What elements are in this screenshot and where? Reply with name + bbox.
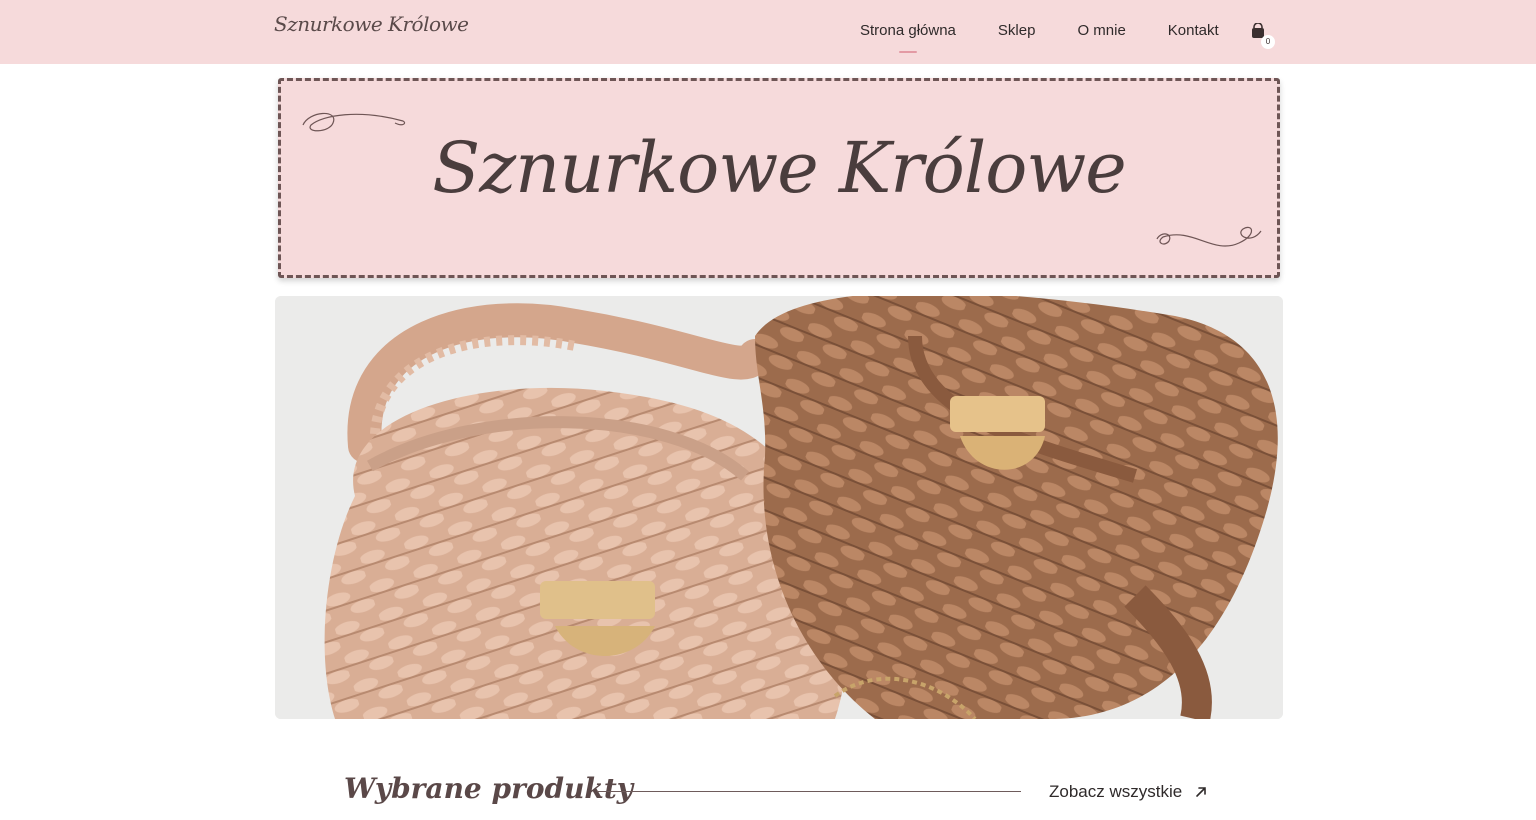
flourish-right-decoration: [1156, 226, 1262, 247]
cart-count-badge: 0: [1261, 35, 1275, 49]
featured-products-title: Wybrane produkty: [344, 772, 634, 805]
crochet-bags-photo: [275, 296, 1283, 719]
cart-button[interactable]: 0: [1250, 22, 1276, 49]
main-nav: Strona główna Sklep O mnie Kontakt: [860, 22, 1261, 39]
nav-shop[interactable]: Sklep: [998, 22, 1036, 39]
hero-image: [275, 296, 1283, 719]
banner-title: Sznurkowe Królowe: [432, 127, 1126, 209]
nav-about[interactable]: O mnie: [1077, 22, 1125, 39]
arrow-up-right-icon: [1196, 787, 1207, 797]
brand-banner: Sznurkowe Królowe: [278, 78, 1280, 278]
section-divider: [597, 791, 1021, 792]
logo-link[interactable]: Sznurkowe Królowe: [274, 12, 469, 36]
site-header: Sznurkowe Królowe Strona główna Sklep O …: [0, 0, 1536, 64]
see-all-label: Zobacz wszystkie: [1049, 782, 1183, 801]
nav-contact[interactable]: Kontakt: [1168, 22, 1219, 39]
nav-home[interactable]: Strona główna: [860, 22, 956, 39]
see-all-link[interactable]: Zobacz wszystkie: [1049, 782, 1208, 802]
